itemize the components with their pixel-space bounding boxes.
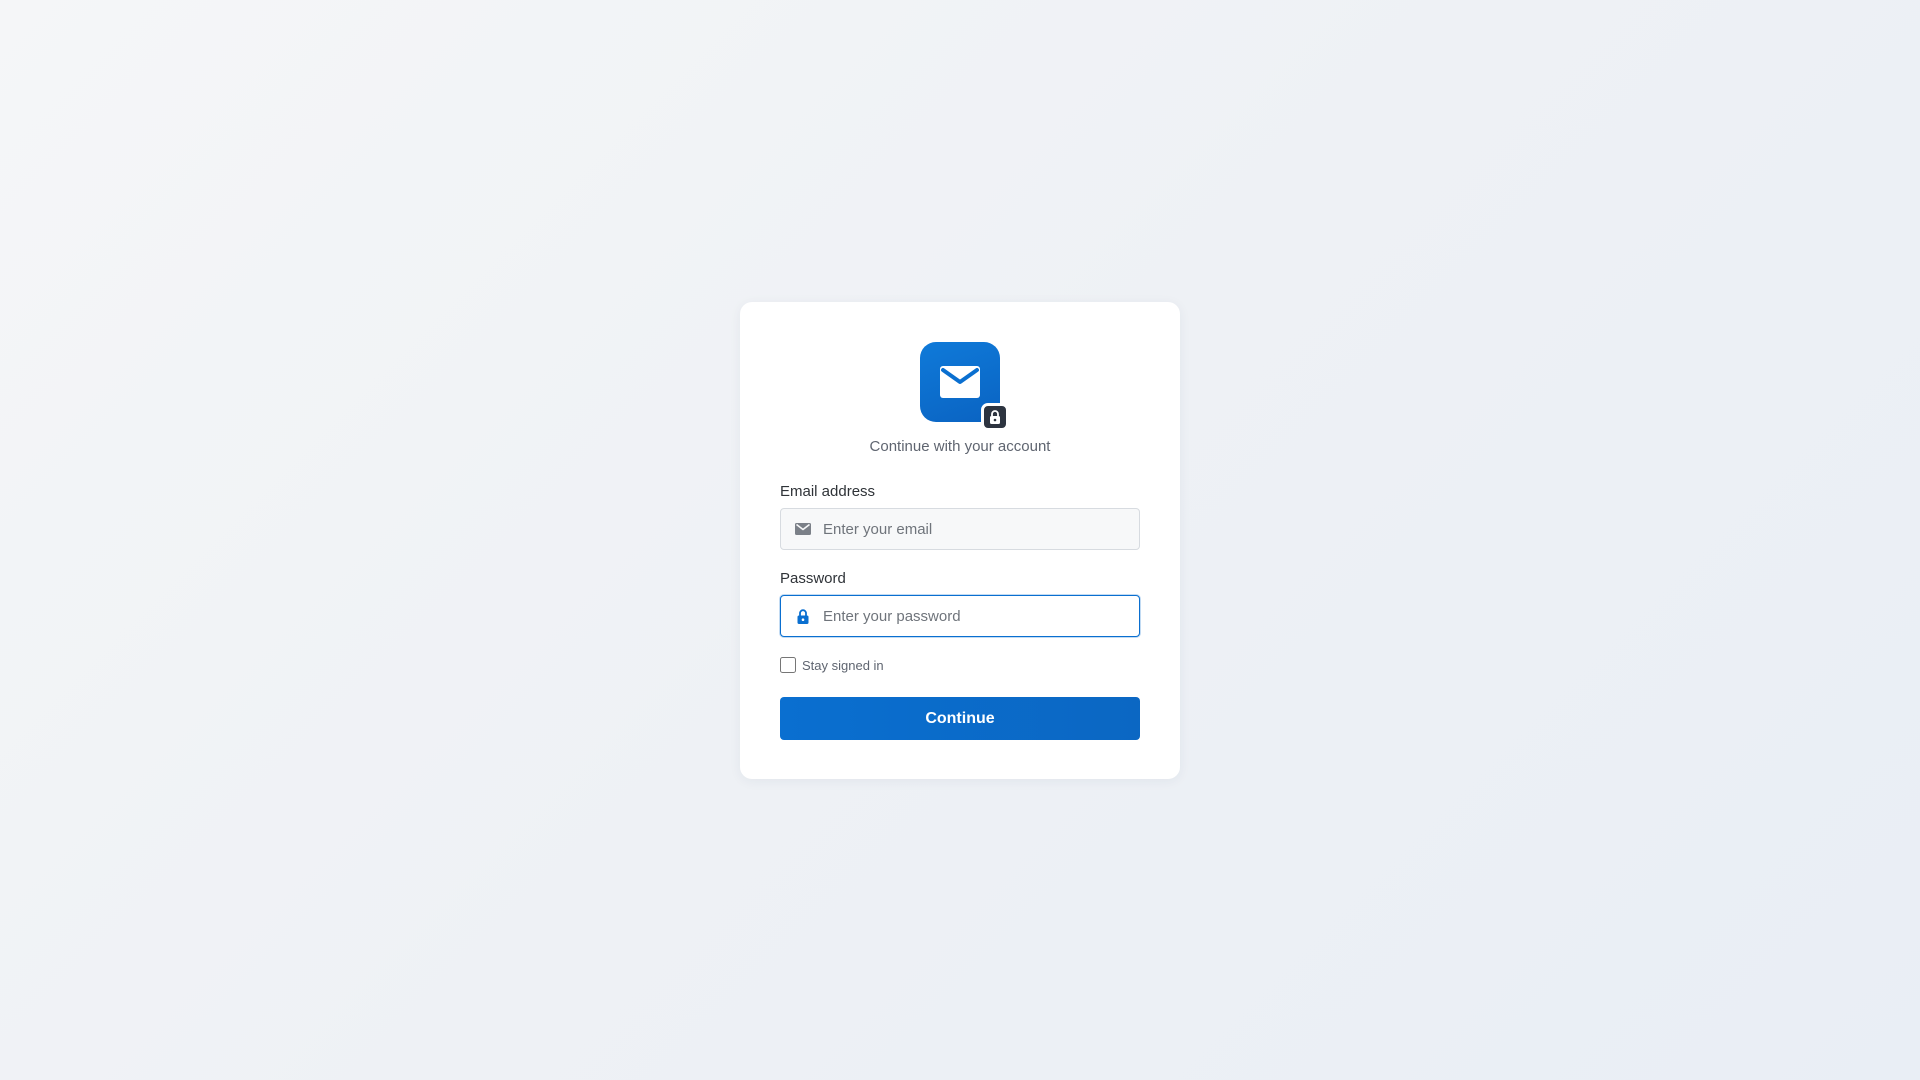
lock-icon xyxy=(990,410,1000,424)
password-label: Password xyxy=(780,570,846,587)
lock-badge xyxy=(981,403,1009,431)
mail-icon xyxy=(940,366,980,398)
sign-in-card: Continue with your account Email address… xyxy=(740,302,1180,779)
password-input-box[interactable] xyxy=(780,595,1140,637)
email-input[interactable] xyxy=(823,520,1123,538)
page-subtitle: Continue with your account xyxy=(869,438,1051,455)
app-logo xyxy=(920,342,1009,431)
stay-signed-in-row[interactable]: Stay signed in xyxy=(780,657,1140,673)
email-input-box[interactable] xyxy=(780,508,1140,550)
lock-icon xyxy=(793,606,813,626)
stay-signed-in-label: Stay signed in xyxy=(802,657,884,673)
stay-signed-in-checkbox[interactable] xyxy=(780,657,796,673)
mail-icon xyxy=(793,519,813,539)
password-input[interactable] xyxy=(823,607,1123,625)
continue-button[interactable]: Continue xyxy=(780,697,1140,740)
email-label: Email address xyxy=(780,483,876,500)
